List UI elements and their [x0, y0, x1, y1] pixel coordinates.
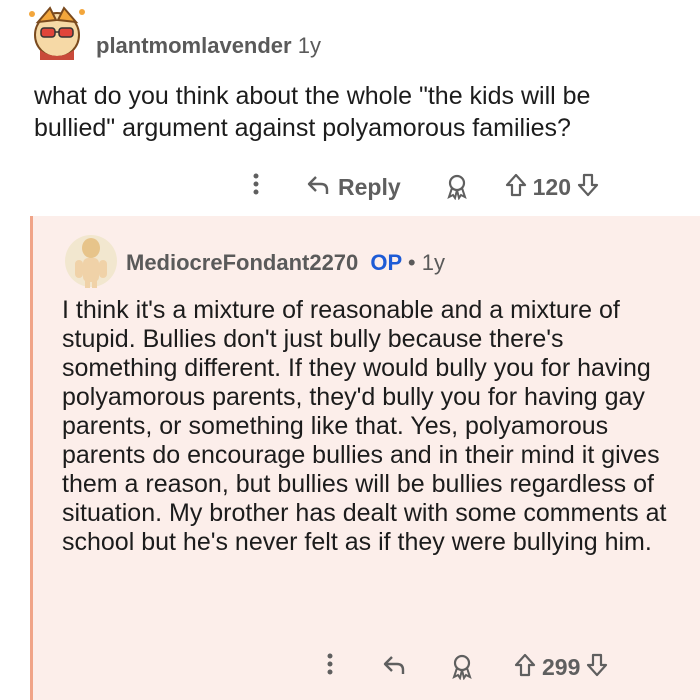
vote-controls: 120: [505, 173, 599, 202]
vote-controls: 299: [514, 653, 608, 682]
more-vertical-icon[interactable]: [318, 652, 342, 683]
op-badge: OP: [370, 250, 402, 275]
reply-age: 1y: [421, 250, 445, 275]
vote-score: 299: [542, 653, 581, 680]
reply-button[interactable]: Reply: [306, 174, 401, 201]
award-icon[interactable]: [445, 174, 469, 200]
comment-username[interactable]: plantmomlavender: [96, 33, 292, 58]
reply-username[interactable]: MediocreFondant2270: [126, 250, 358, 275]
reply-arrow-icon: [382, 654, 406, 681]
reply-avatar[interactable]: [64, 232, 118, 290]
meta-separator: •: [407, 250, 416, 275]
reply-button[interactable]: [382, 654, 406, 681]
reply-actions: 299: [318, 650, 608, 684]
reply-label: Reply: [338, 173, 401, 200]
comment-age: 1y: [297, 33, 321, 58]
award-icon[interactable]: [450, 654, 474, 680]
more-vertical-icon[interactable]: [244, 172, 268, 203]
user-avatar[interactable]: [26, 4, 88, 62]
upvote-arrow-icon[interactable]: [514, 653, 536, 682]
reply-body: I think it's a mixture of reasonable and…: [62, 296, 667, 556]
comment-meta: plantmomlavender 1y: [96, 33, 321, 59]
comment-body: what do you think about the whole "the k…: [34, 82, 591, 142]
reply-arrow-icon: [306, 174, 330, 201]
downvote-arrow-icon[interactable]: [586, 653, 608, 682]
upvote-arrow-icon[interactable]: [505, 173, 527, 202]
downvote-arrow-icon[interactable]: [577, 173, 599, 202]
vote-score: 120: [532, 173, 572, 200]
reply-meta: MediocreFondant2270 OP • 1y: [126, 250, 445, 276]
comment-actions: Reply 120: [244, 170, 599, 204]
